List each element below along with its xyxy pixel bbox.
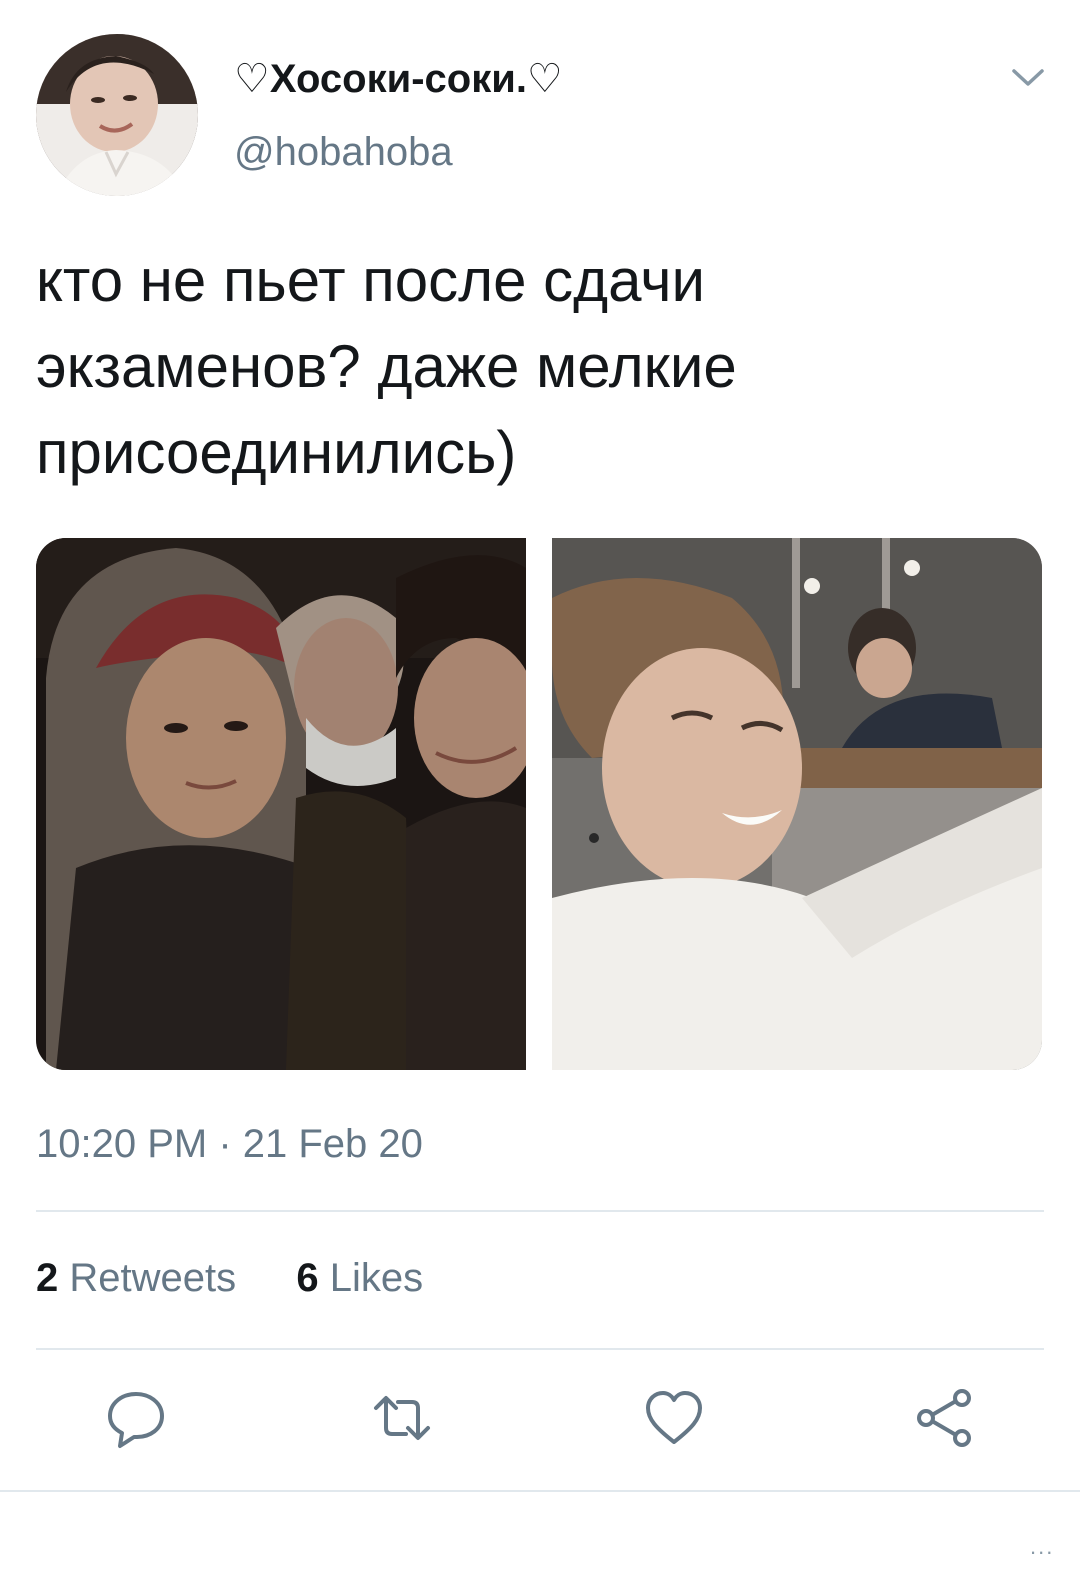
retweets-count: 2 <box>36 1256 59 1300</box>
likes-label: Likes <box>329 1256 424 1300</box>
retweet-icon[interactable] <box>370 1386 434 1450</box>
retweets-stat[interactable]: 2 Retweets <box>36 1256 247 1300</box>
tweet-stats: 2 Retweets 6 Likes <box>36 1256 423 1301</box>
divider <box>36 1210 1044 1212</box>
retweets-label: Retweets <box>69 1256 237 1300</box>
user-handle[interactable]: @hobahoba <box>234 130 453 175</box>
display-name[interactable]: ♡Хосоки-соки.♡ <box>234 56 563 102</box>
reply-icon[interactable] <box>104 1386 168 1450</box>
tweet-timestamp: 10:20 PM · 21 Feb 20 <box>36 1122 423 1166</box>
photo-right[interactable] <box>552 538 1042 1070</box>
tweet-text: кто не пьет после сдачи экзаменов? даже … <box>36 247 737 486</box>
avatar[interactable] <box>36 34 198 196</box>
likes-stat[interactable]: 6 Likes <box>285 1256 423 1300</box>
chevron-down-icon[interactable] <box>1008 62 1048 92</box>
divider <box>0 1490 1080 1492</box>
like-icon[interactable] <box>642 1386 706 1450</box>
divider <box>36 1348 1044 1350</box>
more-indicator: ... <box>1030 1534 1055 1559</box>
likes-count: 6 <box>296 1256 319 1300</box>
share-icon[interactable] <box>912 1386 976 1450</box>
photo-left[interactable] <box>36 538 526 1070</box>
tweet-media[interactable] <box>36 538 1042 1070</box>
